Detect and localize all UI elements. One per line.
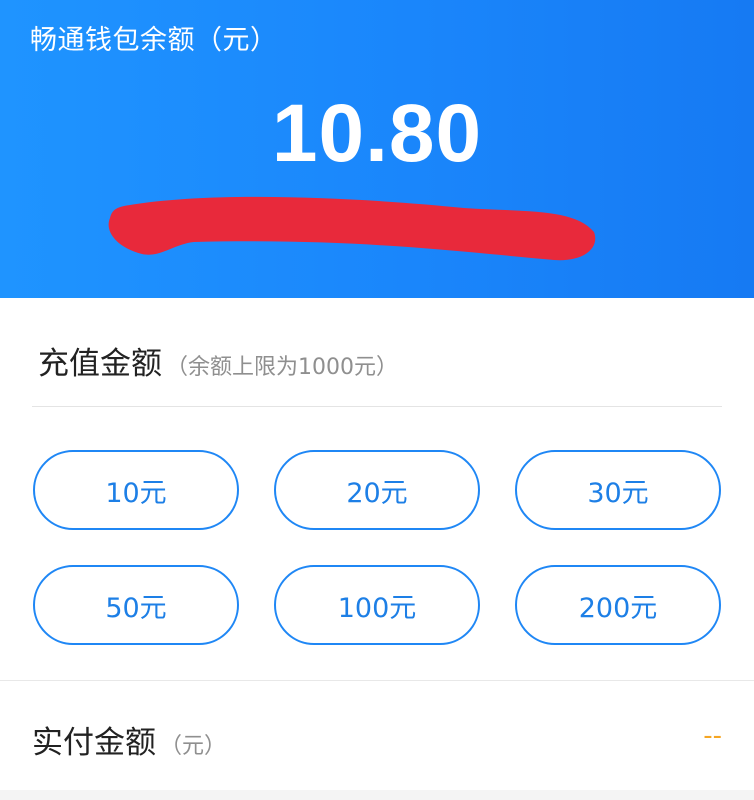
wallet-header: 畅通钱包余额（元） 10.80 — [0, 0, 754, 298]
actual-payment-value: -- — [703, 721, 722, 751]
wallet-balance-amount: 10.80 — [271, 88, 483, 179]
recharge-title-text: 充值金额 — [38, 346, 162, 382]
actual-payment-text: 实付金额 — [32, 725, 156, 761]
actual-payment-label: 实付金额 （元） — [32, 717, 226, 762]
recharge-page: 畅通钱包余额（元） 10.80 充值金额 （余额上限为1000元） 10元 20元… — [0, 0, 754, 800]
amount-button-50[interactable]: 50元 — [33, 565, 239, 645]
actual-payment-row: 实付金额 （元） -- — [0, 680, 754, 790]
amount-button-100[interactable]: 100元 — [274, 565, 480, 645]
amount-button-30[interactable]: 30元 — [515, 450, 721, 530]
amount-button-20[interactable]: 20元 — [274, 450, 480, 530]
redaction-mark — [108, 196, 596, 261]
recharge-limit-hint: （余额上限为1000元） — [166, 355, 398, 380]
section-divider — [32, 406, 722, 407]
amount-button-10[interactable]: 10元 — [33, 450, 239, 530]
recharge-panel: 充值金额 （余额上限为1000元） 10元 20元 30元 50元 100元 20… — [0, 298, 754, 680]
recharge-amount-title: 充值金额 （余额上限为1000元） — [38, 338, 398, 383]
wallet-balance-label: 畅通钱包余额（元） — [30, 25, 278, 56]
amount-button-200[interactable]: 200元 — [515, 565, 721, 645]
actual-payment-unit: （元） — [160, 734, 227, 759]
